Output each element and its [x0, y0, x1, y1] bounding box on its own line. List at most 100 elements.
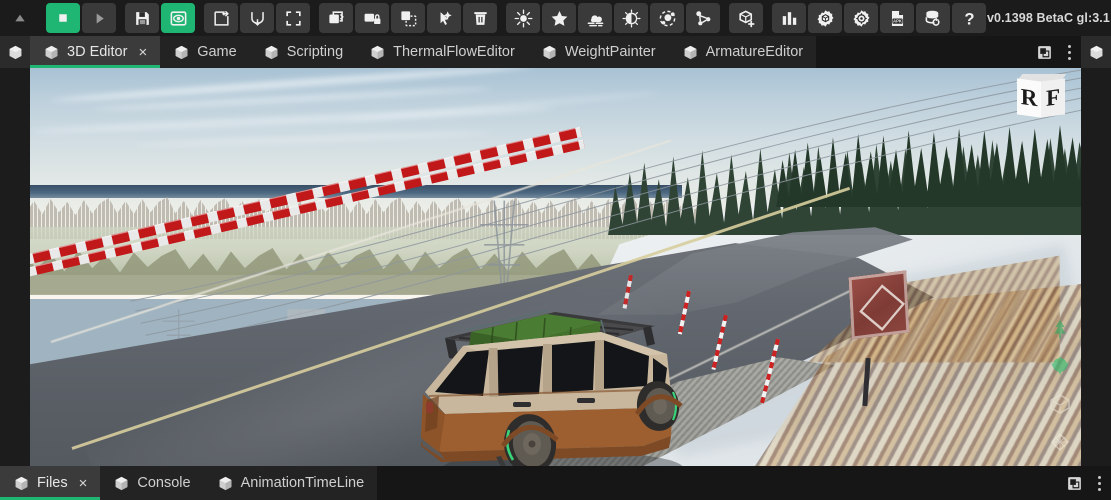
delete-button[interactable]	[463, 3, 497, 33]
tabbar-tools	[1031, 36, 1081, 68]
frame-arrow-right-icon	[212, 9, 231, 28]
gear-target-icon	[852, 9, 871, 28]
gizmo-front-face[interactable]: F	[1041, 78, 1065, 117]
tree-marker-icon[interactable]	[1049, 318, 1071, 340]
tab-game[interactable]: Game	[160, 36, 250, 68]
drop-to-ground-button[interactable]	[240, 3, 274, 33]
tab-label: WeightPainter	[565, 44, 656, 60]
collapse-toolbar-button[interactable]	[3, 3, 37, 33]
play-button[interactable]	[82, 3, 116, 33]
trash-can-icon	[471, 9, 490, 28]
eye-in-frame-icon	[169, 9, 188, 28]
tab-armature-editor[interactable]: ArmatureEditor	[669, 36, 817, 68]
suv-station-wagon[interactable]	[405, 296, 715, 466]
cube-icon	[541, 44, 558, 61]
editor-window: APK? v0.1398 BetaC gl:3.1 3D Editor× Game…	[0, 0, 1111, 500]
pick-object-button[interactable]	[427, 3, 461, 33]
cube-wireframe-icon[interactable]	[1048, 392, 1072, 416]
reload-database-button[interactable]	[916, 3, 950, 33]
svg-text:?: ?	[964, 9, 974, 28]
help-button[interactable]: ?	[952, 3, 986, 33]
road-sign-diamond	[859, 284, 905, 331]
split-panel-button[interactable]	[1031, 39, 1057, 65]
kebab-dot	[1068, 57, 1071, 60]
frame-arrow-down-icon	[248, 9, 267, 28]
cube-icon	[263, 44, 280, 61]
tab-label: Console	[137, 475, 190, 491]
editor-tab-bar: 3D Editor× Game ScriptingThermalFlowEditor…	[0, 36, 1111, 68]
cube-icon	[43, 44, 60, 61]
plant-marker-icon[interactable]	[1048, 354, 1072, 378]
copy-object-button[interactable]	[319, 3, 353, 33]
star-icon	[550, 9, 569, 28]
tab-3d-editor[interactable]: 3D Editor×	[30, 36, 160, 68]
question-mark-icon: ?	[960, 9, 979, 28]
tab-label: ArmatureEditor	[706, 44, 804, 60]
database-refresh-icon	[924, 9, 943, 28]
apk-file-icon: APK	[888, 9, 907, 28]
bottom-tab-files[interactable]: Files×	[0, 466, 100, 500]
cube-plus-icon	[737, 9, 756, 28]
lock-object-button[interactable]	[355, 3, 389, 33]
object-lock-icon	[363, 9, 382, 28]
bottom-tab-console[interactable]: Console	[100, 466, 203, 500]
triangle-up-icon	[12, 10, 28, 26]
cube-icon	[113, 475, 130, 492]
settings-button[interactable]	[808, 3, 842, 33]
bottom-panel-tab-bar: Files× Console AnimationTimeLine	[0, 466, 1111, 500]
preview-visibility-button[interactable]	[161, 3, 195, 33]
tabbar-right-icon[interactable]	[1081, 36, 1111, 68]
close-icon[interactable]: ×	[79, 476, 88, 491]
bottombar-tools	[1061, 466, 1111, 500]
brightness-contrast-icon	[622, 9, 641, 28]
warning-road-sign	[849, 270, 910, 339]
viewport-overlay-markers	[1043, 318, 1077, 454]
split-panel-button[interactable]	[1061, 470, 1087, 496]
copy-stack-icon	[327, 9, 346, 28]
bottom-tab-animation-timeline[interactable]: AnimationTimeLine	[204, 466, 378, 500]
gizmo-right-face[interactable]: R	[1017, 78, 1041, 117]
cube-icon	[369, 44, 386, 61]
add-object-button[interactable]	[729, 3, 763, 33]
bar-chart-icon	[780, 9, 799, 28]
3d-viewport[interactable]: R F	[30, 68, 1081, 466]
cloud-fog-icon	[586, 9, 605, 28]
tab-label: AnimationTimeLine	[241, 475, 365, 491]
expand-corners-icon	[284, 9, 303, 28]
fit-selection-button[interactable]	[276, 3, 310, 33]
stop-square-icon	[54, 9, 72, 27]
mesh-wireframe-icon[interactable]	[1048, 430, 1072, 454]
target-settings-button[interactable]	[844, 3, 878, 33]
export-apk-button[interactable]: APK	[880, 3, 914, 33]
brightness-button[interactable]	[614, 3, 648, 33]
close-icon[interactable]: ×	[138, 45, 147, 60]
main-toolbar: APK? v0.1398 BetaC gl:3.1	[0, 0, 1111, 36]
orientation-gizmo[interactable]: R F	[1015, 74, 1067, 122]
cube-icon	[173, 44, 190, 61]
cube-icon	[1088, 44, 1105, 61]
split-panel-icon	[1036, 44, 1053, 61]
duplicate-object-button[interactable]	[204, 3, 238, 33]
svg-text:APK: APK	[893, 18, 902, 23]
select-box-button[interactable]	[391, 3, 425, 33]
tabbar-empty-space	[816, 36, 1031, 68]
favorites-button[interactable]	[542, 3, 576, 33]
node-graph-button[interactable]	[686, 3, 720, 33]
tab-thermal-flow-editor[interactable]: ThermalFlowEditor	[356, 36, 528, 68]
statistics-button[interactable]	[772, 3, 806, 33]
panel-overflow-menu-button[interactable]	[1089, 470, 1109, 496]
save-button[interactable]	[125, 3, 159, 33]
tab-overflow-menu-button[interactable]	[1059, 39, 1079, 65]
tab-scripting[interactable]: Scripting	[250, 36, 356, 68]
weather-button[interactable]	[578, 3, 612, 33]
kebab-dot	[1068, 51, 1071, 54]
lighting-button[interactable]	[506, 3, 540, 33]
tab-label: Game	[197, 44, 237, 60]
tab-weight-painter[interactable]: WeightPainter	[528, 36, 669, 68]
tabbar-left-icon[interactable]	[0, 36, 30, 68]
physics-button[interactable]	[650, 3, 684, 33]
stop-button[interactable]	[46, 3, 80, 33]
cursor-pick-icon	[435, 9, 454, 28]
kebab-dot	[1098, 482, 1101, 485]
version-label: v0.1398 BetaC gl:3.1	[987, 11, 1111, 25]
